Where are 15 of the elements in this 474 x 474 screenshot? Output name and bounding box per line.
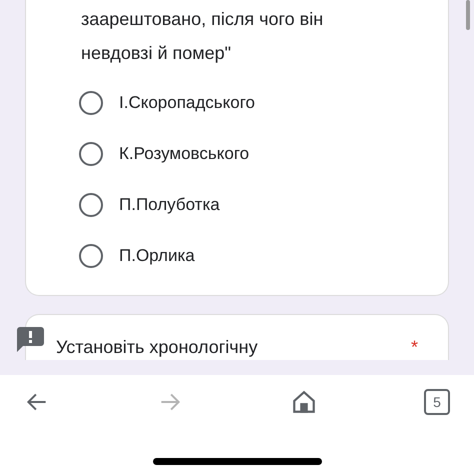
option-label[interactable]: П.Полуботка xyxy=(119,192,220,218)
question-text: заарештовано, після чого він xyxy=(81,8,324,31)
question-text: невдовзі й помер" xyxy=(81,42,232,65)
required-mark: * xyxy=(410,336,418,358)
radio-button[interactable] xyxy=(79,193,103,217)
radio-button[interactable] xyxy=(79,91,103,115)
radio-button[interactable] xyxy=(79,244,103,268)
scrollbar xyxy=(466,0,470,30)
home-icon[interactable] xyxy=(290,389,317,415)
tab-count[interactable]: 5 xyxy=(424,389,450,415)
option-label[interactable]: І.Скоропадського xyxy=(119,90,256,116)
option-label[interactable]: К.Розумовського xyxy=(119,141,250,167)
option-label[interactable]: П.Орлика xyxy=(119,243,195,269)
radio-button[interactable] xyxy=(79,142,103,166)
question-title: Установіть хронологічну xyxy=(56,336,258,358)
